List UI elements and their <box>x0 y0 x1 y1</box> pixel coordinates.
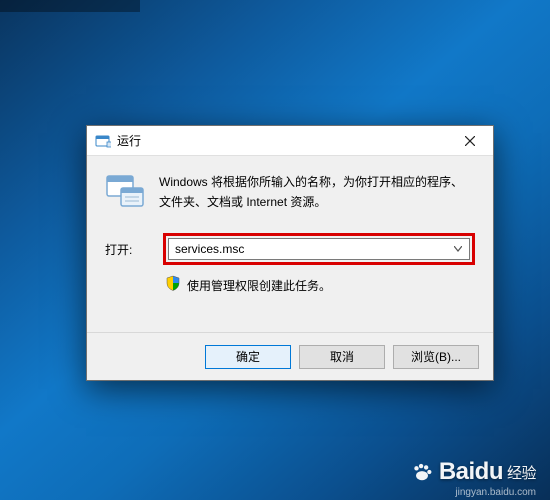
taskbar-fragment <box>0 0 140 12</box>
run-dialog-icon <box>95 133 111 149</box>
close-button[interactable] <box>447 126 493 156</box>
paw-icon <box>411 461 433 483</box>
run-program-icon <box>105 172 145 213</box>
close-icon <box>465 136 475 146</box>
watermark-url: jingyan.baidu.com <box>455 487 536 498</box>
browse-button[interactable]: 浏览(B)... <box>393 345 479 369</box>
dialog-body: Windows 将根据你所输入的名称，为你打开相应的程序、文件夹、文档或 Int… <box>87 156 493 306</box>
watermark-brand: Baidu <box>439 458 503 486</box>
cancel-button[interactable]: 取消 <box>299 345 385 369</box>
info-text: Windows 将根据你所输入的名称，为你打开相应的程序、文件夹、文档或 Int… <box>159 172 475 213</box>
open-combobox[interactable] <box>168 238 470 260</box>
open-label: 打开: <box>105 241 153 258</box>
desktop-background: 运行 <box>0 0 550 500</box>
dialog-title: 运行 <box>117 132 141 149</box>
run-dialog: 运行 <box>86 125 494 381</box>
shield-icon <box>165 275 181 296</box>
watermark-sub-brand: 经验 <box>507 462 536 483</box>
chevron-down-icon[interactable] <box>451 246 465 252</box>
button-row: 确定 取消 浏览(B)... <box>87 332 493 380</box>
input-highlight <box>163 233 475 265</box>
ok-button[interactable]: 确定 <box>205 345 291 369</box>
watermark: Baidu 经验 <box>411 458 536 486</box>
titlebar[interactable]: 运行 <box>87 126 493 156</box>
open-input[interactable] <box>175 242 451 256</box>
admin-privilege-text: 使用管理权限创建此任务。 <box>187 277 331 294</box>
